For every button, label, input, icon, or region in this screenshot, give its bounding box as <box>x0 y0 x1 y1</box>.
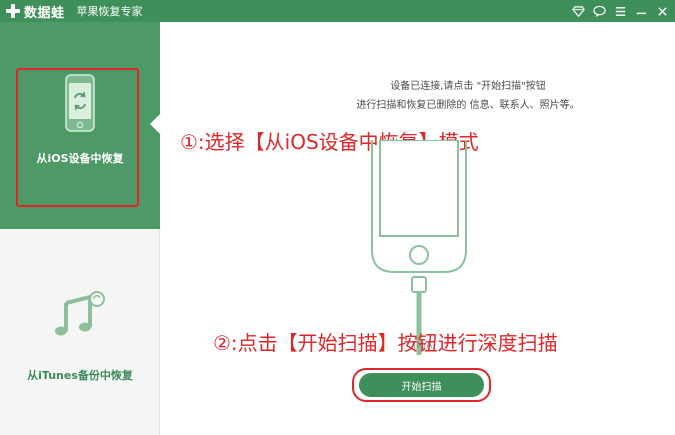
minimize-icon[interactable] <box>634 4 648 18</box>
title-bar: 数据蛙 苹果恢复专家 <box>0 0 675 22</box>
close-icon[interactable] <box>655 4 669 18</box>
window-controls <box>571 0 669 22</box>
instruction-text: 进行扫描和恢复已删除的 信息、联系人、照片等。 <box>356 100 580 111</box>
step-2-annotation: ②:点击【开始扫描】按钮进行深度扫描 <box>213 331 558 355</box>
sidebar-item-ios-recovery[interactable]: 从iOS设备中恢复 <box>0 22 160 229</box>
brand: 数据蛙 <box>6 2 65 21</box>
main-panel: 设备已连接,请点击 "开始扫描"按钮 进行扫描和恢复已删除的 信息、联系人、照片… <box>161 22 675 435</box>
selection-pointer <box>150 114 160 134</box>
app-subtitle: 苹果恢复专家 <box>76 5 143 18</box>
sidebar: 从iOS设备中恢复 从iTunes备份中恢复 <box>0 22 160 435</box>
phone-refresh-icon <box>65 74 95 136</box>
diamond-icon[interactable] <box>571 4 585 18</box>
instruction-text: 设备已连接,请点击 "开始扫描"按钮 <box>390 81 546 92</box>
plus-logo-icon <box>6 4 20 18</box>
brand-name: 数据蛙 <box>24 5 65 21</box>
sidebar-item-label: 从iTunes备份中恢复 <box>27 369 133 382</box>
chat-icon[interactable] <box>592 4 606 18</box>
menu-icon[interactable] <box>613 4 627 18</box>
music-note-icon <box>52 289 108 343</box>
sidebar-item-itunes-recovery[interactable]: 从iTunes备份中恢复 <box>0 229 160 435</box>
start-scan-button[interactable]: 开始扫描 <box>359 373 484 397</box>
sidebar-item-label: 从iOS设备中恢复 <box>36 152 124 165</box>
